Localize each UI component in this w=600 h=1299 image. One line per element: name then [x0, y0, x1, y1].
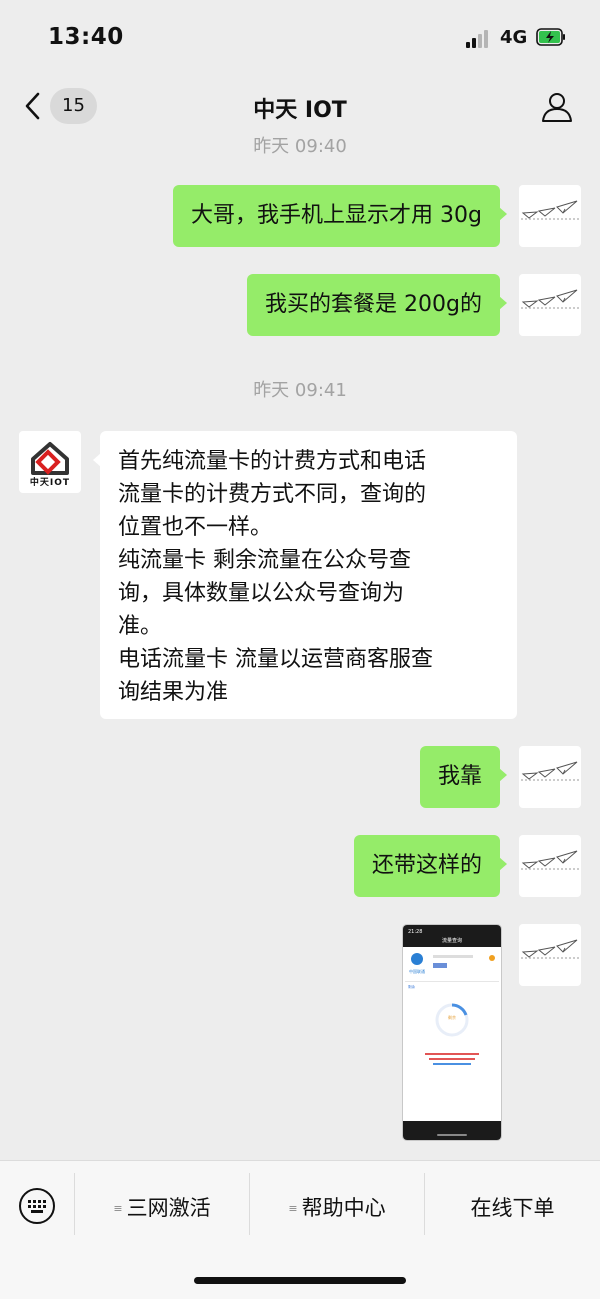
signal-icon: [466, 30, 492, 48]
contact-avatar[interactable]: 中天IOT: [19, 431, 81, 493]
menu-item-label: 在线下单: [470, 1196, 555, 1220]
menu-item-help-center[interactable]: ≡ 帮助中心: [250, 1188, 424, 1228]
my-avatar[interactable]: [519, 746, 581, 808]
menu-item-online-order[interactable]: 在线下单: [425, 1188, 600, 1228]
my-avatar[interactable]: [519, 924, 581, 986]
chat-area[interactable]: 昨天 09:40 大哥，我手机上显示才用 30g 我买的套餐是 200g的 昨天…: [0, 130, 600, 1160]
status-time: 13:40: [48, 24, 124, 50]
menu-item-activation[interactable]: ≡ 三网激活: [75, 1188, 249, 1228]
screenshot-time: 21:28: [408, 929, 422, 935]
timestamp: 昨天 09:41: [253, 380, 347, 401]
status-bar: 13:40 4G: [0, 0, 600, 78]
message-bubble-sent[interactable]: 大哥，我手机上显示才用 30g: [173, 185, 507, 247]
network-type: 4G: [500, 27, 528, 48]
paper-plane-icon: [521, 200, 579, 220]
screenshot-brand: 中国联通: [409, 968, 425, 974]
keyboard-icon[interactable]: [18, 1187, 56, 1225]
home-indicator[interactable]: [194, 1277, 406, 1284]
battery-charging-icon: [536, 28, 565, 46]
official-account-menu: ≡ 三网激活 ≡ 帮助中心 在线下单: [0, 1160, 600, 1299]
my-avatar[interactable]: [519, 835, 581, 897]
submenu-icon: ≡: [288, 1202, 298, 1215]
screenshot-title: 流量查询: [442, 937, 462, 944]
logo-text: 中天IOT: [29, 478, 71, 488]
paper-plane-icon: [521, 850, 579, 870]
chat-title: 中天 IOT: [253, 98, 347, 123]
paper-plane-icon: [521, 761, 579, 781]
profile-icon[interactable]: [540, 90, 574, 124]
my-avatar[interactable]: [519, 274, 581, 336]
screenshot-image-message[interactable]: 21:28 流量查询 中国联通 剩余 剩余: [402, 924, 502, 1141]
nav-bar: 15 中天 IOT: [0, 78, 600, 138]
screenshot-label: 剩余: [448, 1014, 456, 1020]
paper-plane-icon: [521, 289, 579, 309]
svg-text:剩余: 剩余: [408, 984, 416, 989]
timestamp: 昨天 09:40: [253, 136, 347, 157]
message-bubble-received[interactable]: 首先纯流量卡的计费方式和电话 流量卡的计费方式不同，查询的 位置也不一样。 纯流…: [93, 431, 517, 719]
message-bubble-sent[interactable]: 我靠: [419, 746, 508, 808]
paper-plane-icon: [521, 939, 579, 959]
submenu-icon: ≡: [113, 1202, 123, 1215]
menu-item-label: 帮助中心: [301, 1196, 386, 1220]
message-bubble-sent[interactable]: 还带这样的: [353, 835, 508, 897]
screenshot-thumbnail: 21:28 流量查询 中国联通 剩余 剩余: [403, 925, 501, 1140]
message-bubble-sent[interactable]: 我买的套餐是 200g的: [247, 274, 507, 336]
menu-item-label: 三网激活: [126, 1196, 211, 1220]
my-avatar[interactable]: [519, 185, 581, 247]
